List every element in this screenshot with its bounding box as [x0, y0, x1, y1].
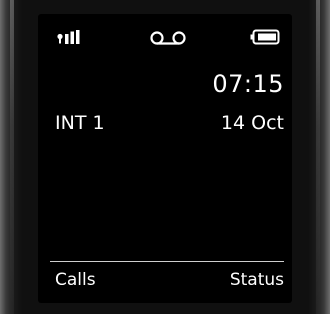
internal-handset-name: INT 1: [55, 112, 105, 134]
status-softkey[interactable]: Status: [230, 270, 284, 290]
voicemail-icon: [150, 31, 186, 45]
handset-device: 07:15 INT 1 14 Oct Calls Status: [0, 0, 330, 314]
battery-icon: [250, 29, 280, 45]
clock-time: 07:15: [212, 70, 284, 98]
handset-display: 07:15 INT 1 14 Oct Calls Status: [38, 14, 292, 303]
signal-strength-icon: [57, 30, 80, 44]
status-bar: [38, 14, 292, 50]
calls-softkey[interactable]: Calls: [55, 270, 96, 290]
current-date: 14 Oct: [220, 112, 284, 134]
softkey-divider: [50, 261, 284, 262]
